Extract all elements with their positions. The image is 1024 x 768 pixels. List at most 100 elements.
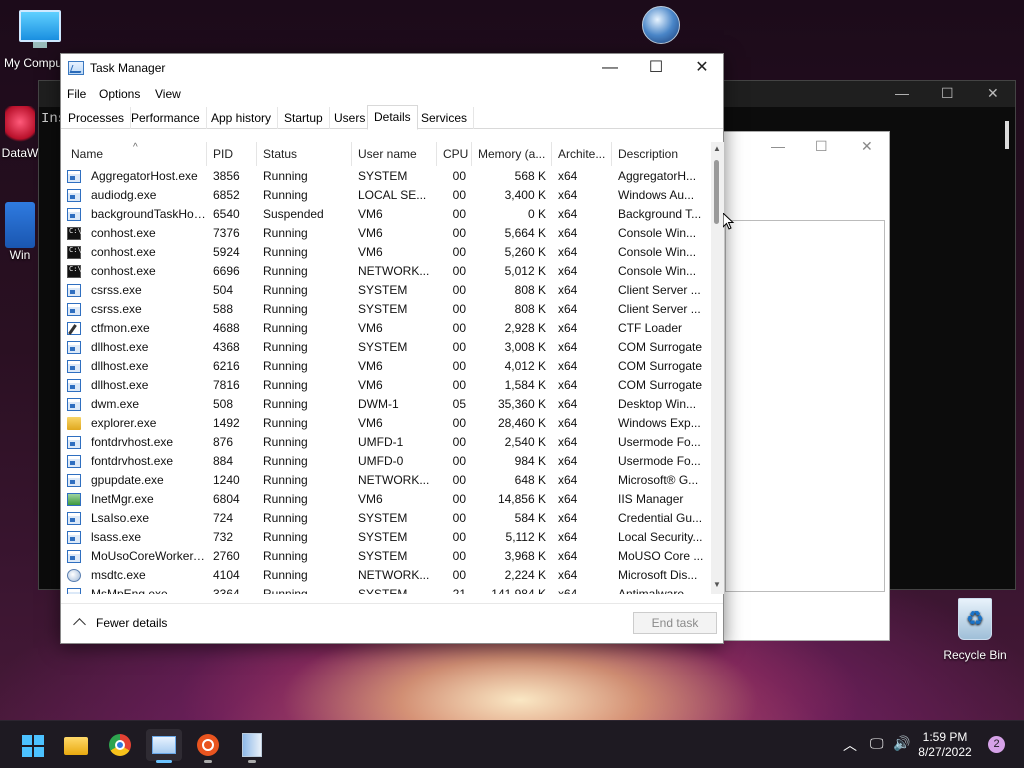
cell-desc: Desktop Win...: [618, 397, 697, 411]
cell-pid: 6804: [213, 492, 240, 506]
tab-app-history[interactable]: App history: [205, 107, 279, 129]
scroll-down-icon[interactable]: ▼: [713, 580, 721, 589]
taskbar-ubuntu[interactable]: [190, 729, 226, 763]
cell-desc: MoUSO Core ...: [618, 549, 704, 563]
maximize-icon[interactable]: ☐: [815, 138, 828, 155]
cell-cpu: 00: [452, 416, 466, 430]
taskbar-file-explorer[interactable]: [58, 729, 94, 761]
taskbar-task-manager[interactable]: [146, 729, 182, 763]
close-icon[interactable]: ✕: [987, 85, 999, 102]
tab-processes[interactable]: Processes: [62, 107, 132, 129]
column-header-description[interactable]: Description: [612, 142, 709, 166]
desktop-icon-win[interactable]: Win: [0, 202, 40, 262]
cell-mem: 4,012 K: [504, 359, 546, 373]
cell-cpu: 00: [452, 264, 466, 278]
chevron-up-icon: [73, 618, 86, 631]
table-row[interactable]: fontdrvhost.exe 876 Running UMFD-1 00 2,540 K…: [61, 433, 709, 452]
network-icon[interactable]: 🖵: [870, 735, 884, 752]
cell-name: csrss.exe: [91, 283, 142, 297]
clock[interactable]: 1:59 PM 8/27/2022: [906, 730, 984, 760]
end-task-button[interactable]: End task: [633, 612, 717, 634]
cell-desc: AggregatorH...: [618, 169, 697, 183]
desktop-icon-dataw[interactable]: DataW: [0, 106, 40, 160]
cell-name: fontdrvhost.exe: [91, 435, 174, 449]
close-icon[interactable]: ✕: [861, 138, 873, 155]
table-row[interactable]: msdtc.exe 4104 Running NETWORK... 00 2,224 K x…: [61, 566, 709, 585]
table-row[interactable]: csrss.exe 588 Running SYSTEM 00 808 K x64 Clien…: [61, 300, 709, 319]
table-row[interactable]: conhost.exe 7376 Running VM6 00 5,664 K x64 Con…: [61, 224, 709, 243]
table-row[interactable]: dllhost.exe 4368 Running SYSTEM 00 3,008 K x64…: [61, 338, 709, 357]
cell-name: lsass.exe: [91, 530, 142, 544]
cell-pid: 732: [213, 530, 234, 544]
table-row[interactable]: explorer.exe 1492 Running VM6 00 28,460 K x64 W…: [61, 414, 709, 433]
table-row[interactable]: gpupdate.exe 1240 Running NETWORK... 00 648 K…: [61, 471, 709, 490]
cell-cpu: 00: [452, 492, 466, 506]
minimize-icon[interactable]: —: [771, 138, 785, 154]
table-row[interactable]: lsass.exe 732 Running SYSTEM 00 5,112 K x64 Loc…: [61, 528, 709, 547]
maximize-icon[interactable]: ☐: [941, 85, 954, 102]
column-header-memory[interactable]: Memory (a...: [472, 142, 552, 166]
console-scrollbar[interactable]: [1005, 121, 1009, 149]
table-row[interactable]: dwm.exe 508 Running DWM-1 05 35,360 K x64 Deskt…: [61, 395, 709, 414]
menu-options[interactable]: Options: [99, 87, 140, 101]
taskbar-chrome[interactable]: [102, 729, 138, 761]
minimize-icon[interactable]: —: [895, 85, 909, 101]
menu-view[interactable]: View: [155, 87, 181, 101]
table-row[interactable]: MsMpEng.exe 3364 Running SYSTEM 21 141,984 K x…: [61, 585, 709, 594]
scrollbar-thumb[interactable]: [714, 160, 719, 224]
cell-pid: 588: [213, 302, 234, 316]
table-row[interactable]: fontdrvhost.exe 884 Running UMFD-0 00 984 K x6…: [61, 452, 709, 471]
tab-startup[interactable]: Startup: [278, 107, 330, 129]
server-manager-icon: [242, 733, 262, 757]
column-header-architecture[interactable]: Archite...: [552, 142, 612, 166]
cell-status: Running: [263, 568, 308, 582]
cell-arch: x64: [558, 264, 578, 278]
task-manager-icon: [152, 736, 176, 754]
cell-name: MsMpEng.exe: [91, 587, 168, 594]
shortcut-icon: [5, 202, 35, 248]
cell-pid: 884: [213, 454, 234, 468]
table-row[interactable]: csrss.exe 504 Running SYSTEM 00 808 K x64 Clien…: [61, 281, 709, 300]
tab-services[interactable]: Services: [415, 107, 475, 129]
desktop-icon-recycle-bin[interactable]: ♻ Recycle Bin: [940, 598, 1010, 662]
vertical-scrollbar[interactable]: ▲ ▼: [711, 142, 724, 594]
desktop-icon-globe[interactable]: [637, 6, 685, 54]
table-row[interactable]: conhost.exe 5924 Running VM6 00 5,260 K x64 Con…: [61, 243, 709, 262]
table-row[interactable]: MoUsoCoreWorker.e... 2760 Running SYSTEM 00 3…: [61, 547, 709, 566]
taskbar-server-manager[interactable]: [234, 729, 270, 763]
cell-status: Running: [263, 340, 308, 354]
minimize-button[interactable]: —: [587, 54, 633, 83]
tab-performance[interactable]: Performance: [125, 107, 207, 129]
column-header-name[interactable]: ^ Name: [65, 142, 207, 166]
notification-badge[interactable]: 2: [988, 736, 1005, 753]
table-row[interactable]: dllhost.exe 6216 Running VM6 00 4,012 K x64 COM…: [61, 357, 709, 376]
cell-cpu: 00: [452, 549, 466, 563]
menu-file[interactable]: File: [67, 87, 86, 101]
close-button[interactable]: ✕: [679, 54, 725, 83]
table-row[interactable]: dllhost.exe 7816 Running VM6 00 1,584 K x64 COM…: [61, 376, 709, 395]
table-row[interactable]: InetMgr.exe 6804 Running VM6 00 14,856 K x64 II…: [61, 490, 709, 509]
title-bar[interactable]: Task Manager — ☐ ✕: [61, 54, 723, 83]
cell-cpu: 05: [452, 397, 466, 411]
tab-details[interactable]: Details: [367, 105, 418, 130]
cell-status: Running: [263, 245, 308, 259]
maximize-button[interactable]: ☐: [633, 54, 679, 83]
tab-users[interactable]: Users: [328, 107, 373, 129]
sort-ascending-icon: ^: [133, 142, 138, 153]
cell-desc: Windows Exp...: [618, 416, 701, 430]
table-row[interactable]: LsaIso.exe 724 Running SYSTEM 00 584 K x64 Cred…: [61, 509, 709, 528]
start-button[interactable]: [14, 729, 50, 761]
scroll-up-icon[interactable]: ▲: [713, 144, 721, 153]
column-header-user-name[interactable]: User name: [352, 142, 437, 166]
table-row[interactable]: ctfmon.exe 4688 Running VM6 00 2,928 K x64 CTF …: [61, 319, 709, 338]
cell-pid: 5924: [213, 245, 240, 259]
table-row[interactable]: backgroundTaskHos... 6540 Suspended VM6 00 0 …: [61, 205, 709, 224]
table-row[interactable]: conhost.exe 6696 Running NETWORK... 00 5,012 …: [61, 262, 709, 281]
column-header-cpu[interactable]: CPU: [437, 142, 472, 166]
column-header-pid[interactable]: PID: [207, 142, 257, 166]
table-row[interactable]: AggregatorHost.exe 3856 Running SYSTEM 00 568…: [61, 167, 709, 186]
table-row[interactable]: audiodg.exe 6852 Running LOCAL SE... 00 3,400…: [61, 186, 709, 205]
show-hidden-icons-chevron-icon[interactable]: ︿: [843, 735, 857, 755]
fewer-details-button[interactable]: Fewer details: [71, 616, 167, 631]
column-header-status[interactable]: Status: [257, 142, 352, 166]
